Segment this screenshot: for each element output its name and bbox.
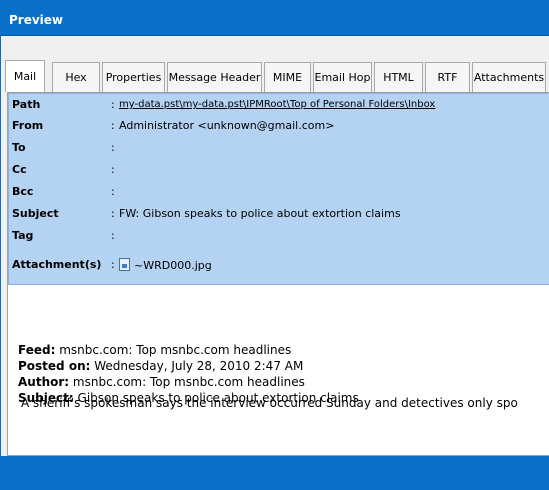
header-row-tag: Tag : xyxy=(9,226,549,246)
preview-panel: Mail Hex Properties Message Header MIME … xyxy=(0,36,549,456)
tab-message-header[interactable]: Message Header xyxy=(167,62,262,92)
tab-properties[interactable]: Properties xyxy=(102,62,165,92)
tab-html[interactable]: HTML xyxy=(374,62,423,92)
tab-email-hop[interactable]: Email Hop xyxy=(313,62,372,92)
message-body: Feed: msnbc.com: Top msnbc.com headlines… xyxy=(8,285,549,455)
colon: : xyxy=(111,119,115,132)
header-row-bcc: Bcc : xyxy=(9,182,549,202)
path-link[interactable]: my-data.pst\my-data.pst\IPMRoot\Top of P… xyxy=(119,99,435,110)
header-row-path: Path : my-data.pst\my-data.pst\IPMRoot\T… xyxy=(9,95,549,115)
bcc-label: Bcc xyxy=(12,185,34,198)
mail-headers: Path : my-data.pst\my-data.pst\IPMRoot\T… xyxy=(8,93,549,285)
subject-value: FW: Gibson speaks to police about extort… xyxy=(119,207,401,220)
from-label: From xyxy=(12,119,44,132)
posted-label: Posted on: xyxy=(18,359,91,373)
preview-title-bar: Preview xyxy=(0,0,549,36)
feed-label: Feed: xyxy=(18,343,56,357)
path-label: Path xyxy=(12,98,41,111)
header-row-subject: Subject : FW: Gibson speaks to police ab… xyxy=(9,204,549,224)
attachment-filename: ~WRD000.jpg xyxy=(134,259,212,272)
header-row-to: To : xyxy=(9,138,549,158)
attachment-item[interactable]: ~WRD000.jpg xyxy=(119,258,212,272)
colon: : xyxy=(111,229,115,242)
posted-value: Wednesday, July 28, 2010 2:47 AM xyxy=(94,359,304,373)
tab-mail[interactable]: Mail xyxy=(5,60,45,92)
feed-line: Feed: msnbc.com: Top msnbc.com headlines xyxy=(18,342,359,358)
attachments-label: Attachment(s) xyxy=(12,258,102,271)
colon: : xyxy=(111,258,115,271)
posted-line: Posted on: Wednesday, July 28, 2010 2:47… xyxy=(18,358,359,374)
author-value: msnbc.com: Top msnbc.com headlines xyxy=(72,375,305,389)
tab-rtf[interactable]: RTF xyxy=(425,62,470,92)
to-label: To xyxy=(12,141,26,154)
tab-mime[interactable]: MIME xyxy=(264,62,311,92)
bottom-bar xyxy=(0,456,549,490)
tab-attachments[interactable]: Attachments xyxy=(472,62,546,92)
body-text: A sheriff's spokesman says the interview… xyxy=(21,396,518,410)
window-title: Preview xyxy=(9,13,64,27)
cc-label: Cc xyxy=(12,163,27,176)
colon: : xyxy=(111,141,115,154)
mail-content: Path : my-data.pst\my-data.pst\IPMRoot\T… xyxy=(7,92,549,456)
colon: : xyxy=(111,163,115,176)
author-label: Author: xyxy=(18,375,70,389)
tab-hex[interactable]: Hex xyxy=(52,62,100,92)
colon: : xyxy=(111,185,115,198)
feed-value: msnbc.com: Top msnbc.com headlines xyxy=(59,343,292,357)
subject-label: Subject xyxy=(12,207,59,220)
header-row-attachments: Attachment(s) : ~WRD000.jpg xyxy=(9,255,549,275)
colon: : xyxy=(111,98,115,111)
header-row-from: From : Administrator <unknown@gmail.com> xyxy=(9,116,549,136)
from-value: Administrator <unknown@gmail.com> xyxy=(119,119,335,132)
colon: : xyxy=(111,207,115,220)
tab-strip: Mail Hex Properties Message Header MIME … xyxy=(5,60,549,92)
author-line: Author: msnbc.com: Top msnbc.com headlin… xyxy=(18,374,359,390)
tag-label: Tag xyxy=(12,229,34,242)
image-file-icon xyxy=(119,258,130,271)
header-row-cc: Cc : xyxy=(9,160,549,180)
